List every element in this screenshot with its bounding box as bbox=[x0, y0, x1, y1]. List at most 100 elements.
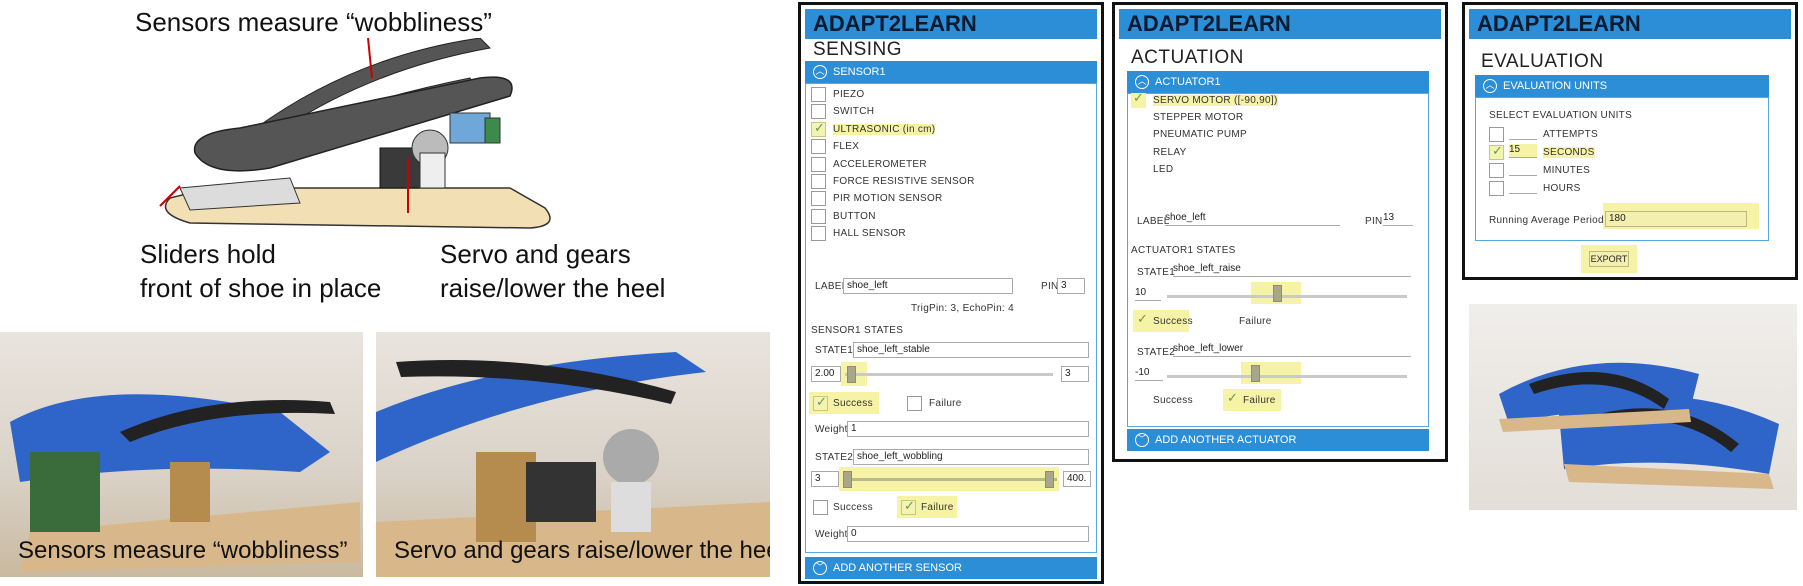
state2-name-input[interactable]: shoe_left_wobbling bbox=[853, 449, 1089, 465]
act-state1-value[interactable]: 10 bbox=[1135, 287, 1161, 301]
sensor-label-input[interactable]: shoe_left bbox=[843, 278, 1013, 294]
export-button[interactable]: EXPORT bbox=[1589, 251, 1629, 267]
act-state2-success-label[interactable]: Success bbox=[1153, 395, 1193, 406]
sensor-type-label-1: SWITCH bbox=[833, 106, 875, 118]
sensor-type-label-8: HALL SENSOR bbox=[833, 228, 906, 240]
state1-success-checkbox[interactable] bbox=[813, 394, 828, 411]
app-title: ADAPT2LEARN bbox=[805, 9, 1097, 39]
unit-label-0: ATTEMPTS bbox=[1543, 129, 1598, 140]
state1-failure-label: Failure bbox=[929, 398, 962, 409]
state1-failure-checkbox[interactable] bbox=[907, 396, 922, 411]
sensor-type-checkbox-8[interactable] bbox=[811, 226, 826, 242]
state2-success-checkbox[interactable] bbox=[813, 500, 828, 515]
state2-min-input[interactable]: 3 bbox=[811, 471, 839, 487]
act-state2-value[interactable]: -10 bbox=[1135, 367, 1163, 381]
actuator1-header[interactable]: ︿ ACTUATOR1 bbox=[1127, 71, 1429, 93]
state1-max-input[interactable]: 3 bbox=[1061, 366, 1089, 382]
section-title-sensing: SENSING bbox=[813, 39, 903, 60]
state2-weight-input[interactable]: 0 bbox=[847, 526, 1089, 542]
actuator-type-checkbox-0[interactable] bbox=[1131, 90, 1146, 108]
actuator-type-checkbox-4[interactable] bbox=[1131, 161, 1146, 177]
actuator-label-input[interactable]: shoe_left bbox=[1165, 212, 1340, 226]
act-state2-name-input[interactable]: shoe_left_lower bbox=[1173, 343, 1411, 357]
add-actuator-label: ADD ANOTHER ACTUATOR bbox=[1155, 434, 1297, 446]
state2-success-label: Success bbox=[833, 502, 873, 513]
actuator-type-checkbox-2[interactable] bbox=[1131, 127, 1146, 143]
state1-weight-caption: Weight bbox=[815, 424, 848, 435]
state1-caption: STATE1 bbox=[815, 345, 854, 356]
act-state2-slider-track[interactable] bbox=[1167, 375, 1407, 378]
unit-checkbox-0[interactable] bbox=[1489, 127, 1504, 142]
act-state1-slider-handle[interactable] bbox=[1273, 285, 1282, 302]
evaluation-units-header[interactable]: ︿ EVALUATION UNITS bbox=[1475, 75, 1769, 97]
unit-checkbox-3[interactable] bbox=[1489, 181, 1504, 196]
state2-slider-track[interactable] bbox=[845, 478, 1057, 481]
sensor-type-checkbox-4[interactable] bbox=[811, 156, 826, 172]
state1-min-input[interactable]: 2.00 bbox=[811, 366, 841, 382]
add-actuator-button[interactable]: ﹀ ADD ANOTHER ACTUATOR bbox=[1127, 429, 1429, 451]
sensor-type-checkbox-7[interactable] bbox=[811, 208, 826, 224]
state2-max-input[interactable]: 400. bbox=[1063, 471, 1091, 487]
actuator-states-header: ACTUATOR1 STATES bbox=[1131, 245, 1236, 256]
state2-slider-handle-min[interactable] bbox=[843, 471, 852, 488]
act-state1-caption: STATE1 bbox=[1137, 267, 1176, 278]
act-state1-failure-label[interactable]: Failure bbox=[1239, 316, 1272, 327]
sensor-type-checkbox-0[interactable] bbox=[811, 87, 826, 102]
sensor-type-checkbox-5[interactable] bbox=[811, 174, 826, 189]
state2-failure-label: Failure bbox=[921, 502, 954, 513]
photo-two-shoes bbox=[1469, 304, 1797, 510]
running-average-caption: Running Average Period bbox=[1489, 215, 1604, 226]
shoe-illustration bbox=[159, 38, 551, 229]
sensor1-header[interactable]: ︿ SENSOR1 bbox=[805, 61, 1097, 83]
act-state1-success-check[interactable] bbox=[1135, 311, 1150, 329]
state1-weight-input[interactable]: 1 bbox=[847, 421, 1089, 437]
unit-value-input-3[interactable] bbox=[1509, 180, 1537, 194]
actuator-pin-input[interactable]: 13 bbox=[1383, 212, 1413, 226]
state2-slider-handle-max[interactable] bbox=[1045, 471, 1054, 488]
actuation-panel: ADAPT2LEARN ACTUATION ︿ ACTUATOR1 SERVO … bbox=[1112, 2, 1448, 462]
sensor-type-label-0: PIEZO bbox=[833, 89, 865, 100]
act-state1-name-input[interactable]: shoe_left_raise bbox=[1173, 263, 1411, 277]
sensor-type-checkbox-6[interactable] bbox=[811, 191, 826, 207]
sensor-pin-input[interactable]: 3 bbox=[1057, 278, 1085, 294]
caption-sensors: Sensors measure “wobbliness” bbox=[135, 7, 492, 37]
caption-sliders-2: front of shoe in place bbox=[140, 273, 382, 303]
sensor-type-label-3: FLEX bbox=[833, 141, 860, 153]
evaluation-units-header-label: EVALUATION UNITS bbox=[1503, 80, 1608, 92]
sensor-type-label-2: ULTRASONIC (in cm) bbox=[833, 123, 936, 135]
sensor-type-label-6: PIR MOTION SENSOR bbox=[833, 193, 943, 205]
actuator-type-checkbox-1[interactable] bbox=[1131, 110, 1146, 126]
actuator-type-checkbox-3[interactable] bbox=[1131, 144, 1146, 160]
caption-sliders-1: Sliders hold bbox=[140, 239, 276, 269]
state2-failure-checkbox[interactable] bbox=[901, 498, 916, 515]
state1-success-label: Success bbox=[833, 398, 873, 409]
photo-sensors: Sensors measure “wobbliness” bbox=[0, 332, 363, 577]
chevron-up-icon[interactable]: ︿ bbox=[1135, 75, 1149, 89]
act-state2-slider-handle[interactable] bbox=[1251, 365, 1260, 382]
act-pin-caption: PIN bbox=[1365, 216, 1383, 227]
state1-slider-handle[interactable] bbox=[847, 366, 856, 383]
unit-value-input-1[interactable]: 15 bbox=[1509, 144, 1537, 158]
unit-value-input-0[interactable] bbox=[1509, 126, 1537, 140]
act-state1-slider-track[interactable] bbox=[1167, 295, 1407, 298]
state2-weight-caption: Weight bbox=[815, 529, 848, 540]
act-state2-failure-check[interactable] bbox=[1225, 390, 1240, 408]
sensor-type-checkbox-3[interactable] bbox=[811, 139, 826, 155]
unit-checkbox-1[interactable] bbox=[1489, 143, 1504, 160]
chevron-up-icon[interactable]: ︿ bbox=[813, 65, 827, 79]
state1-name-input[interactable]: shoe_left_stable bbox=[853, 342, 1089, 358]
unit-label-2: MINUTES bbox=[1543, 165, 1591, 176]
sensor-type-checkbox-2[interactable] bbox=[811, 120, 826, 137]
unit-value-input-2[interactable] bbox=[1509, 162, 1537, 176]
unit-checkbox-2[interactable] bbox=[1489, 163, 1504, 178]
running-average-input[interactable]: 180 bbox=[1605, 211, 1747, 227]
sensor-type-checkbox-1[interactable] bbox=[811, 104, 826, 120]
chevron-up-icon[interactable]: ︿ bbox=[1483, 79, 1497, 93]
photo-servo: Servo and gears raise/lower the heel bbox=[376, 332, 770, 577]
add-sensor-button[interactable]: ﹀ ADD ANOTHER SENSOR bbox=[805, 557, 1097, 579]
state2-caption: STATE2 bbox=[815, 452, 854, 463]
chevron-down-icon: ﹀ bbox=[813, 561, 827, 575]
state1-slider-track[interactable] bbox=[845, 373, 1053, 376]
app-title: ADAPT2LEARN bbox=[1469, 9, 1791, 39]
sensor-states-header: SENSOR1 STATES bbox=[811, 325, 904, 336]
